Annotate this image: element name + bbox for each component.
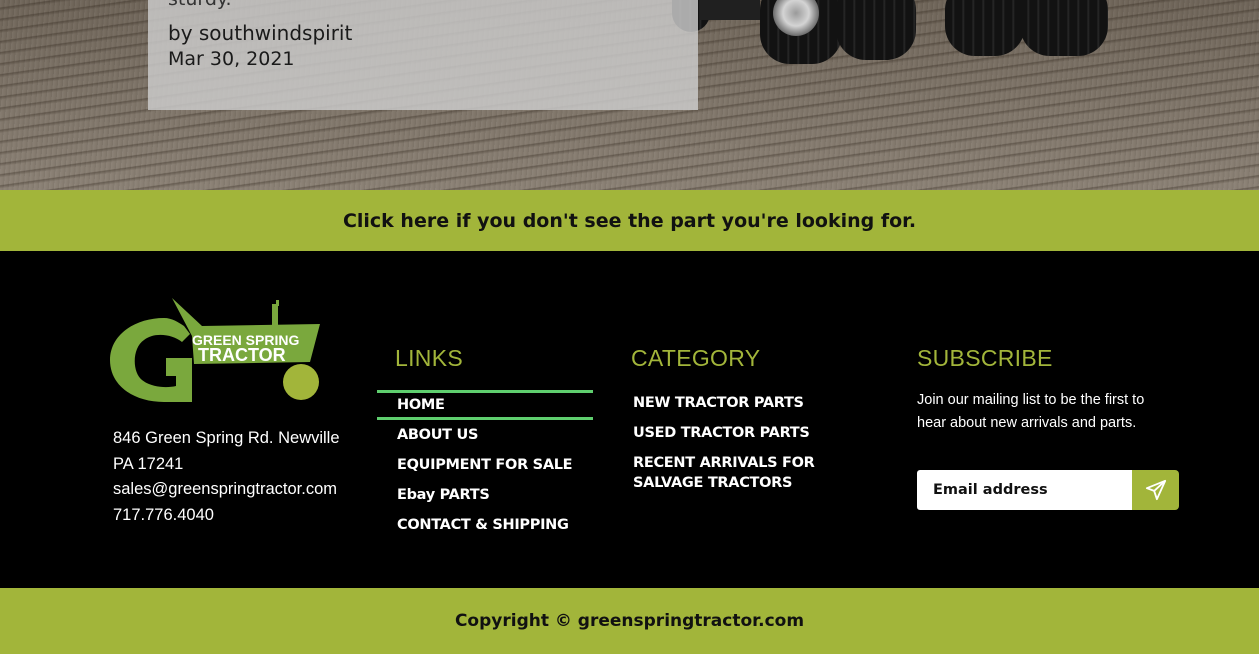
copyright-text: Copyright © greenspringtractor.com [454,611,805,631]
post-author: by southwindspirit [168,21,353,45]
footer-links-menu: HOME ABOUT US EQUIPMENT FOR SALE Ebay PA… [377,390,593,540]
category-new-parts[interactable]: NEW TRACTOR PARTS [633,393,883,413]
category-heading: CATEGORY [631,345,761,371]
links-heading: LINKS [395,345,463,371]
subscribe-description: Join our mailing list to be the first to… [917,392,1145,431]
email-input[interactable] [917,470,1133,510]
tractor-logo-icon: GREEN SPRING TRACTOR [110,298,320,402]
part-request-banner[interactable]: Click here if you don't see the part you… [0,190,1259,251]
footer-link-contact[interactable]: CONTACT & SHIPPING [377,510,593,540]
subscribe-button[interactable] [1132,470,1179,510]
copyright-bar: Copyright © greenspringtractor.com [0,588,1259,654]
part-request-link[interactable]: Click here if you don't see the part you… [343,210,916,232]
email-link[interactable]: sales@greenspringtractor.com [113,477,340,503]
category-recent-arrivals[interactable]: RECENT ARRIVALS FOR SALVAGE TRACTORS [633,453,883,493]
post-card[interactable]: sturdy. by southwindspirit Mar 30, 2021 [148,0,698,110]
contact-info: 846 Green Spring Rd. Newville PA 17241 s… [113,426,340,529]
logo-line2: TRACTOR [198,345,286,365]
footer-link-about[interactable]: ABOUT US [377,420,593,450]
logo[interactable]: GREEN SPRING TRACTOR [106,296,326,408]
hero-banner: sturdy. by southwindspirit Mar 30, 2021 [0,0,1259,190]
site-footer: GREEN SPRING TRACTOR 846 Green Spring Rd… [0,251,1259,588]
post-date: Mar 30, 2021 [168,48,295,70]
phone-link[interactable]: 717.776.4040 [113,503,340,529]
post-excerpt: sturdy. [168,0,232,10]
category-menu: NEW TRACTOR PARTS USED TRACTOR PARTS REC… [633,393,883,503]
footer-link-equipment[interactable]: EQUIPMENT FOR SALE [377,450,593,480]
address-line2: PA 17241 [113,454,184,473]
footer-link-home[interactable]: HOME [377,390,593,420]
footer-link-ebay[interactable]: Ebay PARTS [377,480,593,510]
send-icon [1145,479,1166,501]
address-line1: 846 Green Spring Rd. Newville [113,429,340,447]
category-used-parts[interactable]: USED TRACTOR PARTS [633,423,883,443]
subscribe-form [917,470,1179,510]
subscribe-heading: SUBSCRIBE [917,345,1053,371]
